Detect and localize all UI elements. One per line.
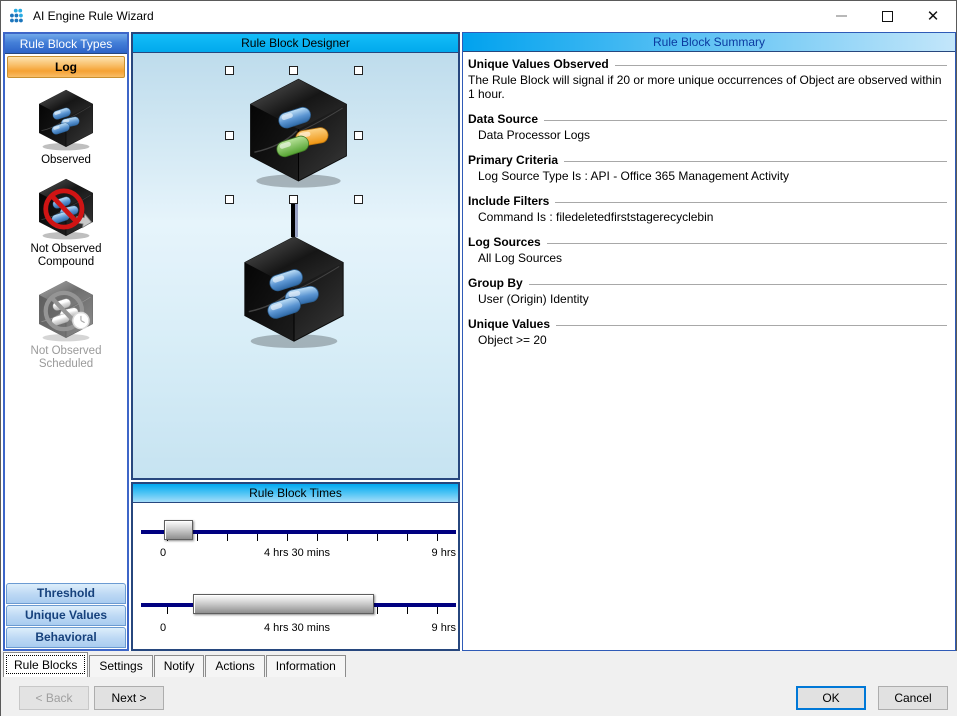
rule-type-not-observed-scheduled: Not Observed Scheduled [5, 279, 127, 371]
summary-rule-line [614, 64, 947, 66]
maximize-button[interactable] [864, 1, 910, 31]
slider2-label-mid: 4 hrs 30 mins [263, 622, 331, 634]
summary-section: Group By User (Origin) Identity [468, 276, 947, 306]
summary-section-title: Group By [468, 276, 523, 290]
summary-rule-line [544, 119, 947, 121]
rule-block-designer-panel: Rule Block Designer [131, 32, 460, 480]
summary-section: Unique Values Observed The Rule Block wil… [468, 57, 947, 101]
slider2-label-max: 9 hrs [431, 622, 456, 634]
slider2-label-min: 0 [160, 622, 167, 634]
slider1-label-max: 9 hrs [431, 547, 456, 559]
not-observed-scheduled-cube-icon [34, 279, 98, 343]
back-button: < Back [19, 686, 89, 710]
summary-section: Include Filters Command Is : filedeletedf… [468, 194, 947, 224]
summary-rule-line [546, 242, 947, 244]
slider1-label-min: 0 [160, 547, 167, 559]
tab-actions[interactable]: Actions [205, 655, 265, 677]
rule-type-list: Observed Not Observed Compound Not Obser… [5, 80, 127, 582]
minimize-icon [835, 15, 847, 17]
slider2-range-thumb[interactable] [193, 594, 374, 614]
ok-button[interactable]: OK [796, 686, 866, 710]
summary-section: Unique Values Object >= 20 [468, 317, 947, 347]
summary-body: Unique Values Observed The Rule Block wil… [463, 52, 955, 347]
designer-cube-selected[interactable] [241, 73, 356, 193]
tab-unique-values[interactable]: Unique Values [6, 605, 126, 626]
window-title: AI Engine Rule Wizard [33, 9, 154, 23]
rule-type-observed[interactable]: Observed [34, 88, 98, 167]
selection-handle[interactable] [225, 195, 234, 204]
designer-cube-second[interactable] [234, 233, 354, 351]
ai-engine-rule-wizard-window: AI Engine Rule Wizard ✕ Rule Block Types… [0, 0, 957, 716]
type-label: Observed [41, 154, 91, 166]
summary-section-title: Log Sources [468, 235, 541, 249]
summary-section-title: Unique Values Observed [468, 57, 609, 71]
close-button[interactable]: ✕ [910, 1, 956, 31]
summary-rule-line [555, 201, 947, 203]
rule-block-times-panel: Rule Block Times 0 4 hrs 30 mins 9 hrs 0… [131, 482, 460, 651]
summary-rule-line [564, 160, 947, 162]
summary-value: All Log Sources [478, 251, 563, 265]
tab-rule-blocks[interactable]: Rule Blocks [3, 652, 89, 677]
rule-block-summary-header: Rule Block Summary [463, 33, 955, 52]
rule-block-category-tabs: Threshold Unique Values Behavioral [5, 582, 127, 649]
type-label: Not Observed Scheduled [30, 345, 102, 370]
designer-canvas[interactable] [133, 53, 458, 478]
observed-cube-icon [34, 88, 98, 152]
slider1-label-mid: 4 hrs 30 mins [263, 547, 331, 559]
rule-block-types-header: Rule Block Types [5, 34, 127, 54]
cancel-button[interactable]: Cancel [878, 686, 948, 710]
tab-settings[interactable]: Settings [89, 655, 153, 677]
rule-block-times-body: 0 4 hrs 30 mins 9 hrs 0 4 hrs 30 mins 9 … [133, 503, 458, 649]
summary-section-title: Unique Values [468, 317, 551, 331]
wizard-buttonbar: < Back Next > OK Cancel [1, 677, 957, 716]
tab-behavioral[interactable]: Behavioral [6, 627, 126, 648]
summary-section: Data Source Data Processor Logs [468, 112, 947, 142]
selection-handle[interactable] [289, 195, 298, 204]
close-icon: ✕ [926, 7, 940, 25]
summary-value: Log Source Type Is : API - Office 365 Ma… [478, 169, 790, 183]
slider1-thumb[interactable] [164, 520, 193, 540]
rule-type-not-observed-compound[interactable]: Not Observed Compound [5, 177, 127, 269]
rule-block-types-panel: Rule Block Types Log Observed Not Observ… [3, 32, 129, 651]
selection-handle[interactable] [354, 195, 363, 204]
summary-value: Command Is : filedeletedfirststagerecycl… [478, 210, 714, 224]
summary-section: Primary Criteria Log Source Type Is : API… [468, 153, 947, 183]
next-button[interactable]: Next > [94, 686, 164, 710]
not-observed-compound-cube-icon [34, 177, 98, 241]
summary-rule-line [556, 324, 947, 326]
summary-value: Object >= 20 [478, 333, 547, 347]
tab-threshold[interactable]: Threshold [6, 583, 126, 604]
summary-section-title: Data Source [468, 112, 539, 126]
summary-section: Log Sources All Log Sources [468, 235, 947, 265]
summary-value: User (Origin) Identity [478, 292, 589, 306]
selection-handle[interactable] [225, 131, 234, 140]
type-label: Not Observed Compound [30, 243, 102, 268]
titlebar: AI Engine Rule Wizard ✕ [1, 1, 956, 31]
summary-section-title: Include Filters [468, 194, 550, 208]
selection-handle[interactable] [225, 66, 234, 75]
maximize-icon [881, 10, 893, 22]
minimize-button[interactable] [818, 1, 864, 31]
tab-information[interactable]: Information [265, 655, 346, 677]
wizard-tabstrip: Rule Blocks Settings Notify Actions Info… [1, 651, 957, 677]
rule-block-times-header: Rule Block Times [133, 484, 458, 503]
rule-block-summary-panel: Rule Block Summary Unique Values Observe… [462, 32, 956, 651]
tab-log[interactable]: Log [7, 56, 125, 78]
slider1-ticks [167, 534, 438, 541]
rule-block-designer-header: Rule Block Designer [133, 34, 458, 53]
summary-value: Data Processor Logs [478, 128, 591, 142]
summary-rule-line [528, 283, 947, 285]
summary-section-title: Primary Criteria [468, 153, 559, 167]
summary-value: The Rule Block will signal if 20 or more… [468, 73, 942, 101]
tab-notify[interactable]: Notify [153, 655, 205, 677]
app-logo-icon [10, 8, 23, 23]
